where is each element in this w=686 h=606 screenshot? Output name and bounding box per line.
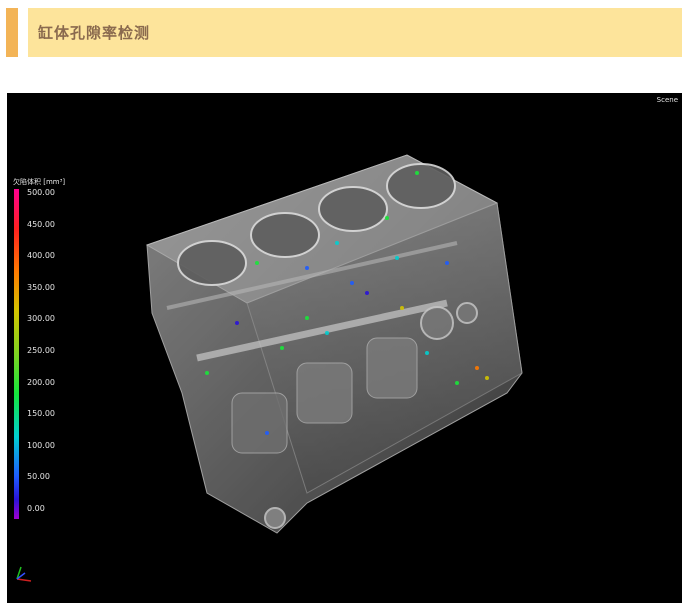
3d-viewport[interactable]: Scene 欠陷体积 [mm³] 500.00 450.00 400.00 35…: [7, 93, 682, 603]
xyz-axis-triad-icon: [16, 566, 32, 582]
header-banner: 缸体孔隙率检测: [28, 8, 682, 57]
engine-block-model[interactable]: [7, 93, 682, 603]
page-title: 缸体孔隙率检测: [38, 24, 151, 42]
page-header: 缸体孔隙率检测: [6, 8, 682, 57]
header-accent-bar: [6, 8, 18, 57]
